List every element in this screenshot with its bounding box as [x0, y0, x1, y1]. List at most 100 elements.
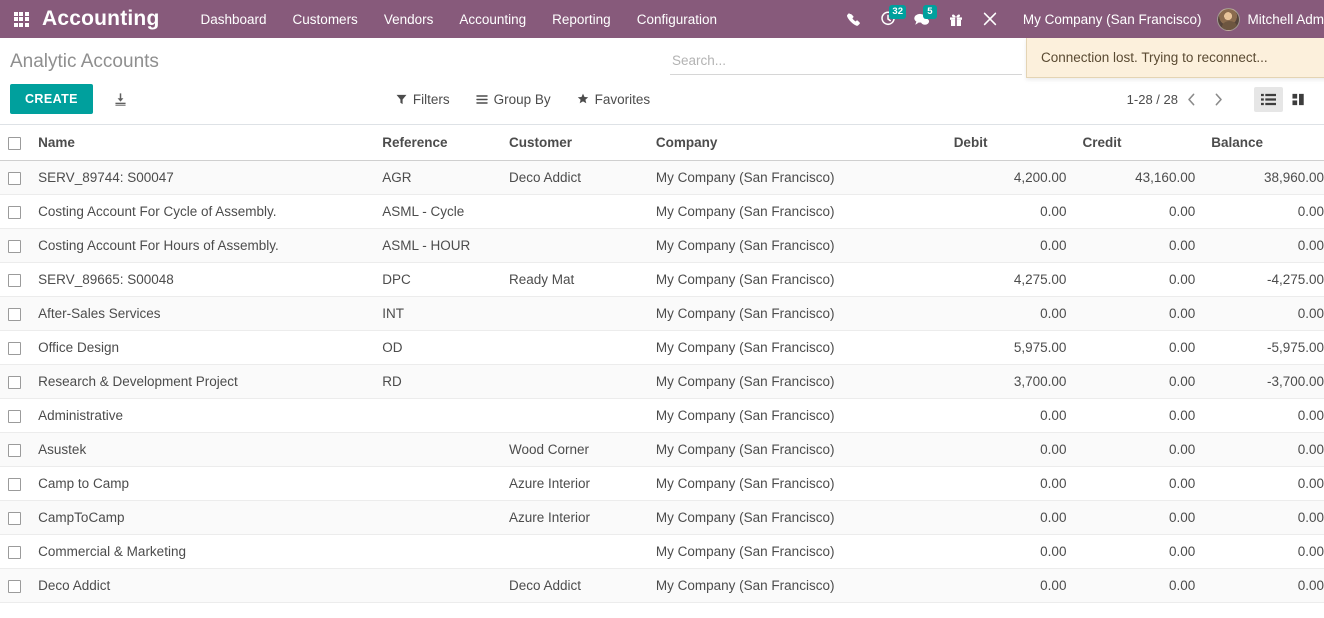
cell-name: Costing Account For Hours of Assembly.	[30, 229, 374, 263]
row-select-cell	[0, 467, 30, 501]
view-button-kanban[interactable]	[1285, 87, 1314, 112]
cell-reference	[374, 399, 501, 433]
cell-customer: Ready Mat	[501, 603, 648, 608]
search-input[interactable]	[670, 50, 1022, 75]
menu-item-accounting[interactable]: Accounting	[446, 1, 539, 38]
row-checkbox[interactable]	[8, 206, 21, 219]
row-select-cell	[0, 263, 30, 297]
list-view-container[interactable]: Name Reference Customer Company Debit Cr…	[0, 125, 1324, 607]
pager-next-button[interactable]	[1205, 89, 1232, 110]
groupby-dropdown[interactable]: Group By	[476, 92, 551, 107]
pager-previous-button[interactable]	[1178, 89, 1205, 110]
activity-menu-button[interactable]: 32	[871, 0, 905, 38]
list-view-icon	[1261, 92, 1276, 107]
table-row[interactable]: Research & Development ProjectRDMy Compa…	[0, 365, 1324, 399]
table-row[interactable]: Office DesignODMy Company (San Francisco…	[0, 331, 1324, 365]
column-header-name[interactable]: Name	[30, 125, 374, 161]
menu-item-reporting[interactable]: Reporting	[539, 1, 624, 38]
user-menu[interactable]: Mitchell Adm	[1213, 8, 1324, 31]
table-row[interactable]: Deco AddictDeco AddictMy Company (San Fr…	[0, 569, 1324, 603]
cell-reference: AGR	[374, 161, 501, 195]
table-row[interactable]: Costing Account For Cycle of Assembly.AS…	[0, 195, 1324, 229]
menu-item-vendors[interactable]: Vendors	[371, 1, 447, 38]
table-row[interactable]: AsustekWood CornerMy Company (San Franci…	[0, 433, 1324, 467]
group-by-lines-icon	[476, 94, 488, 105]
cell-name: Research & Development Project	[30, 365, 374, 399]
company-switcher[interactable]: My Company (San Francisco)	[1007, 12, 1214, 27]
filters-label: Filters	[413, 92, 450, 107]
column-header-balance[interactable]: Balance	[1203, 125, 1324, 161]
cell-balance: 0.00	[1203, 603, 1324, 608]
row-checkbox[interactable]	[8, 376, 21, 389]
row-checkbox[interactable]	[8, 308, 21, 321]
cell-balance: 0.00	[1203, 195, 1324, 229]
column-header-credit[interactable]: Credit	[1074, 125, 1203, 161]
table-row[interactable]: SERV_89744: S00047AGRDeco AddictMy Compa…	[0, 161, 1324, 195]
table-row[interactable]: Camp to CampAzure InteriorMy Company (Sa…	[0, 467, 1324, 501]
cell-debit: 0.00	[946, 229, 1075, 263]
create-button[interactable]: CREATE	[10, 84, 93, 114]
row-checkbox[interactable]	[8, 342, 21, 355]
row-checkbox[interactable]	[8, 512, 21, 525]
cell-balance: -3,700.00	[1203, 365, 1324, 399]
table-row[interactable]: Delta PCReady MatMy Company (San Francis…	[0, 603, 1324, 608]
app-brand-title[interactable]: Accounting	[42, 7, 188, 31]
row-checkbox[interactable]	[8, 274, 21, 287]
menu-item-customers[interactable]: Customers	[280, 1, 371, 38]
table-row[interactable]: CampToCampAzure InteriorMy Company (San …	[0, 501, 1324, 535]
column-header-company[interactable]: Company	[648, 125, 946, 161]
menu-item-configuration[interactable]: Configuration	[624, 1, 730, 38]
row-checkbox[interactable]	[8, 444, 21, 457]
row-select-cell	[0, 229, 30, 263]
cell-reference	[374, 501, 501, 535]
column-header-customer[interactable]: Customer	[501, 125, 648, 161]
row-checkbox[interactable]	[8, 240, 21, 253]
column-header-reference[interactable]: Reference	[374, 125, 501, 161]
cell-debit: 0.00	[946, 569, 1075, 603]
star-icon	[577, 93, 589, 105]
row-checkbox[interactable]	[8, 410, 21, 423]
cell-balance: 0.00	[1203, 399, 1324, 433]
row-select-cell	[0, 195, 30, 229]
gift-menu-button[interactable]	[939, 0, 973, 38]
favorites-dropdown[interactable]: Favorites	[577, 92, 651, 107]
view-button-list[interactable]	[1254, 87, 1283, 112]
row-checkbox[interactable]	[8, 580, 21, 593]
row-checkbox[interactable]	[8, 546, 21, 559]
table-row[interactable]: After-Sales ServicesINTMy Company (San F…	[0, 297, 1324, 331]
cell-balance: 0.00	[1203, 297, 1324, 331]
row-select-cell	[0, 603, 30, 608]
table-body: SERV_89744: S00047AGRDeco AddictMy Compa…	[0, 161, 1324, 608]
table-row[interactable]: Commercial & MarketingMy Company (San Fr…	[0, 535, 1324, 569]
cell-name: Deco Addict	[30, 569, 374, 603]
cell-customer	[501, 195, 648, 229]
kanban-view-icon	[1292, 92, 1307, 107]
menu-item-dashboard[interactable]: Dashboard	[188, 1, 280, 38]
breadcrumb[interactable]: Analytic Accounts	[10, 50, 159, 74]
cell-credit: 0.00	[1074, 297, 1203, 331]
apps-menu-toggle[interactable]	[0, 0, 42, 38]
developer-tools-button[interactable]	[973, 0, 1007, 38]
phone-button[interactable]	[837, 0, 871, 38]
table-header-row: Name Reference Customer Company Debit Cr…	[0, 125, 1324, 161]
messages-menu-button[interactable]: 5	[905, 0, 939, 38]
activity-count-badge: 32	[889, 5, 907, 19]
row-checkbox[interactable]	[8, 172, 21, 185]
table-row[interactable]: AdministrativeMy Company (San Francisco)…	[0, 399, 1324, 433]
cell-credit: 0.00	[1074, 229, 1203, 263]
cell-credit: 0.00	[1074, 399, 1203, 433]
wrench-tools-icon	[982, 11, 998, 27]
filters-dropdown[interactable]: Filters	[396, 92, 450, 107]
column-header-debit[interactable]: Debit	[946, 125, 1075, 161]
cell-company: My Company (San Francisco)	[648, 399, 946, 433]
import-button[interactable]	[109, 88, 132, 111]
cell-balance: 0.00	[1203, 535, 1324, 569]
row-checkbox[interactable]	[8, 478, 21, 491]
select-all-checkbox[interactable]	[8, 137, 21, 150]
cell-credit: 0.00	[1074, 501, 1203, 535]
row-select-cell	[0, 433, 30, 467]
cell-balance: 0.00	[1203, 433, 1324, 467]
table-row[interactable]: Costing Account For Hours of Assembly.AS…	[0, 229, 1324, 263]
cell-credit: 0.00	[1074, 569, 1203, 603]
table-row[interactable]: SERV_89665: S00048DPCReady MatMy Company…	[0, 263, 1324, 297]
